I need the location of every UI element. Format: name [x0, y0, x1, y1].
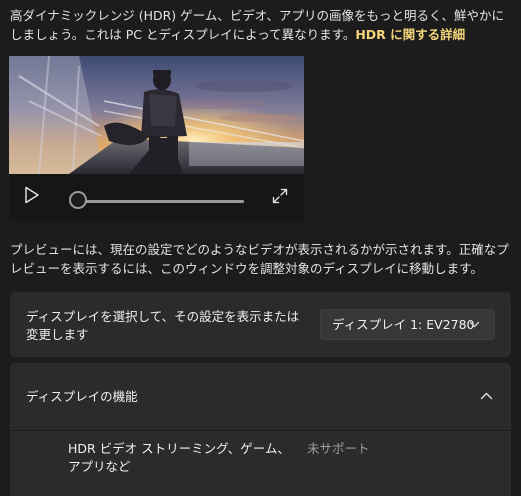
- video-controls: [9, 174, 304, 221]
- feature-name: HDR ビデオ ストリーミング、ゲーム、アプリなど: [68, 441, 290, 474]
- play-icon[interactable]: [24, 186, 40, 204]
- video-thumbnail: [9, 56, 304, 174]
- feature-status: 未サポート: [307, 441, 370, 456]
- hdr-video-preview: [9, 56, 304, 221]
- display-dropdown-value: ディスプレイ 1: EV2780: [332, 317, 475, 332]
- chevron-up-icon[interactable]: [480, 391, 493, 401]
- display-select-label: ディスプレイを選択して、その設定を表示または変更します: [26, 309, 300, 342]
- display-features-card: ディスプレイの機能 HDR ビデオ ストリーミング、ゲーム、アプリなど 未サポー…: [10, 363, 511, 496]
- hdr-intro-text: 高ダイナミックレンジ (HDR) ゲーム、ビデオ、アプリの画像をもっと明るく、鮮…: [10, 6, 515, 44]
- seek-slider-track[interactable]: [75, 200, 244, 203]
- fullscreen-icon[interactable]: [272, 188, 288, 204]
- display-select-card: ディスプレイを選択して、その設定を表示または変更します ディスプレイ 1: EV…: [10, 292, 511, 357]
- preview-note: プレビューには、現在の設定でどのようなビデオが表示されるかが示されます。正確なプ…: [10, 242, 509, 276]
- display-features-title: ディスプレイの機能: [26, 389, 138, 404]
- display-features-header[interactable]: ディスプレイの機能: [10, 363, 511, 430]
- chevron-down-icon: [469, 321, 480, 328]
- hdr-learn-more-link[interactable]: HDR に関する詳細: [355, 27, 465, 42]
- display-dropdown[interactable]: ディスプレイ 1: EV2780: [320, 309, 495, 340]
- seek-slider-thumb[interactable]: [69, 191, 87, 209]
- feature-row-hdr-streaming: HDR ビデオ ストリーミング、ゲーム、アプリなど 未サポート: [10, 431, 511, 496]
